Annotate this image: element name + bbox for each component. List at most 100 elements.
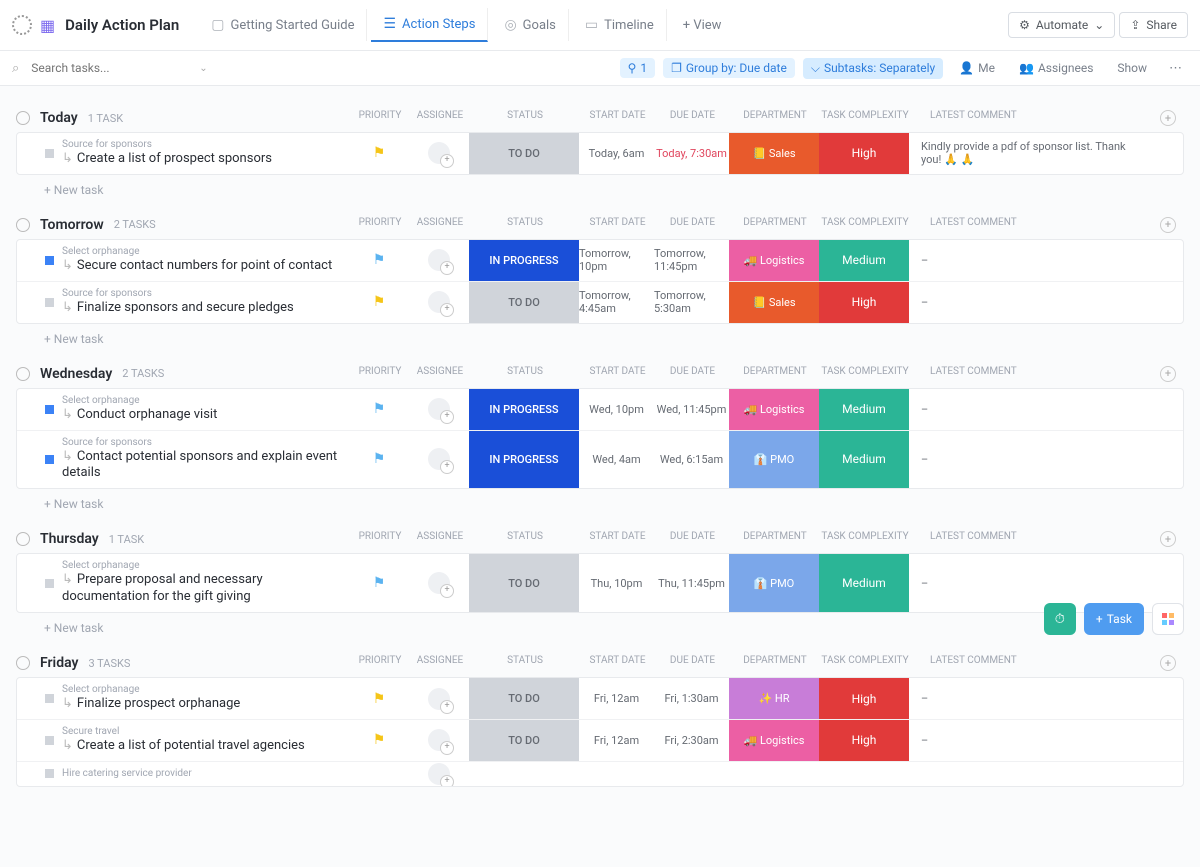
status-square-icon[interactable]: [45, 298, 54, 307]
assignees-pill[interactable]: 👥Assignees: [1011, 58, 1101, 78]
assignee-avatar-icon[interactable]: [428, 763, 450, 785]
collapse-circle-icon[interactable]: [16, 656, 30, 670]
due-date-cell[interactable]: Fri, 1:30am: [654, 678, 729, 719]
group-header[interactable]: Tomorrow 2 TASKS PRIORITY ASSIGNEE STATU…: [16, 211, 1184, 239]
status-square-icon[interactable]: [45, 455, 54, 464]
due-date-cell[interactable]: Tomorrow, 11:45pm: [654, 240, 729, 281]
assignee-cell[interactable]: [409, 389, 469, 430]
start-date-cell[interactable]: Fri, 12am: [579, 720, 654, 761]
task-row[interactable]: Source for sponsors ↳Create a list of pr…: [17, 133, 1183, 174]
group-by-pill[interactable]: ❐Group by: Due date: [663, 58, 795, 78]
assignee-avatar-icon[interactable]: [428, 688, 450, 710]
new-task-fab[interactable]: +Task: [1084, 603, 1144, 635]
share-button[interactable]: ⇪Share: [1119, 12, 1188, 38]
task-row[interactable]: Hire catering service provider: [17, 762, 1183, 786]
due-date-cell[interactable]: Wed, 11:45pm: [654, 389, 729, 430]
group-header[interactable]: Thursday 1 TASK PRIORITY ASSIGNEE STATUS…: [16, 525, 1184, 553]
assignee-cell[interactable]: [409, 720, 469, 761]
add-column-icon[interactable]: +: [1160, 366, 1176, 382]
collapse-circle-icon[interactable]: [16, 367, 30, 381]
apps-fab[interactable]: [1152, 603, 1184, 635]
status-square-icon[interactable]: [45, 736, 54, 745]
task-row[interactable]: Source for sponsors ↳Contact potential s…: [17, 431, 1183, 489]
status-cell[interactable]: TO DO: [469, 720, 579, 761]
assignee-avatar-icon[interactable]: [428, 291, 450, 313]
task-row[interactable]: Source for sponsors ↳Finalize sponsors a…: [17, 282, 1183, 323]
assignee-cell[interactable]: [409, 282, 469, 323]
chevron-down-icon[interactable]: ⌄: [199, 63, 207, 74]
start-date-cell[interactable]: Today, 6am: [579, 133, 654, 174]
start-date-cell[interactable]: Wed, 10pm: [579, 389, 654, 430]
complexity-cell[interactable]: Medium: [819, 240, 909, 281]
priority-flag-icon[interactable]: ⚑: [373, 401, 386, 417]
tab-timeline[interactable]: ▭Timeline: [573, 9, 667, 41]
start-date-cell[interactable]: Tomorrow, 10pm: [579, 240, 654, 281]
assignee-avatar-icon[interactable]: [428, 572, 450, 594]
priority-cell[interactable]: ⚑: [349, 431, 409, 489]
more-icon[interactable]: ⋯: [1163, 61, 1188, 76]
priority-flag-icon[interactable]: ⚑: [373, 294, 386, 310]
task-row[interactable]: Select orphanage ↳Prepare proposal and n…: [17, 554, 1183, 612]
assignee-avatar-icon[interactable]: [428, 729, 450, 751]
due-date-cell[interactable]: Wed, 6:15am: [654, 431, 729, 489]
task-row[interactable]: Secure travel ↳Create a list of potentia…: [17, 720, 1183, 762]
group-header[interactable]: Friday 3 TASKS PRIORITY ASSIGNEE STATUS …: [16, 649, 1184, 677]
me-pill[interactable]: 👤Me: [951, 58, 1003, 78]
collapse-circle-icon[interactable]: [16, 218, 30, 232]
status-square-icon[interactable]: [45, 579, 54, 588]
due-date-cell[interactable]: [654, 762, 729, 786]
priority-cell[interactable]: ⚑: [349, 389, 409, 430]
tab-action-steps[interactable]: ☰Action Steps: [371, 8, 488, 42]
group-header[interactable]: Wednesday 2 TASKS PRIORITY ASSIGNEE STAT…: [16, 360, 1184, 388]
department-cell[interactable]: 👔 PMO: [729, 554, 819, 612]
complexity-cell[interactable]: High: [819, 133, 909, 174]
complexity-cell[interactable]: High: [819, 720, 909, 761]
group-header[interactable]: Today 1 TASK PRIORITY ASSIGNEE STATUS ST…: [16, 104, 1184, 132]
assignee-avatar-icon[interactable]: [428, 448, 450, 470]
assignee-cell[interactable]: [409, 133, 469, 174]
automate-button[interactable]: ⚙Automate⌄: [1008, 12, 1115, 38]
assignee-avatar-icon[interactable]: [428, 249, 450, 271]
priority-flag-icon[interactable]: ⚑: [373, 575, 386, 591]
department-cell[interactable]: 🚚 Logistics: [729, 720, 819, 761]
priority-cell[interactable]: ⚑: [349, 133, 409, 174]
status-cell[interactable]: TO DO: [469, 678, 579, 719]
new-task-link[interactable]: + New task: [16, 613, 1184, 639]
assignee-cell[interactable]: [409, 678, 469, 719]
add-column-icon[interactable]: +: [1160, 531, 1176, 547]
due-date-cell[interactable]: Tomorrow, 5:30am: [654, 282, 729, 323]
add-view-button[interactable]: + View: [671, 10, 734, 41]
add-column-icon[interactable]: +: [1160, 110, 1176, 126]
status-square-icon[interactable]: [45, 149, 54, 158]
priority-cell[interactable]: ⚑: [349, 282, 409, 323]
assignee-avatar-icon[interactable]: [428, 142, 450, 164]
priority-cell[interactable]: [349, 762, 409, 786]
complexity-cell[interactable]: Medium: [819, 431, 909, 489]
status-cell[interactable]: IN PROGRESS: [469, 240, 579, 281]
status-cell[interactable]: IN PROGRESS: [469, 389, 579, 430]
department-cell[interactable]: 👔 PMO: [729, 431, 819, 489]
collapse-circle-icon[interactable]: [16, 532, 30, 546]
assignee-cell[interactable]: [409, 554, 469, 612]
due-date-cell[interactable]: Today, 7:30am: [654, 133, 729, 174]
assignee-cell[interactable]: [409, 762, 469, 786]
tab-goals[interactable]: ◎Goals: [492, 9, 568, 41]
priority-cell[interactable]: ⚑: [349, 720, 409, 761]
priority-cell[interactable]: ⚑: [349, 240, 409, 281]
due-date-cell[interactable]: Fri, 2:30am: [654, 720, 729, 761]
tab-getting-started[interactable]: ▢Getting Started Guide: [199, 9, 367, 41]
new-task-link[interactable]: + New task: [16, 324, 1184, 350]
status-cell[interactable]: TO DO: [469, 133, 579, 174]
department-cell[interactable]: 🚚 Logistics: [729, 240, 819, 281]
task-row[interactable]: Select orphanage ↳Finalize prospect orph…: [17, 678, 1183, 720]
new-task-link[interactable]: + New task: [16, 175, 1184, 201]
due-date-cell[interactable]: Thu, 11:45pm: [654, 554, 729, 612]
priority-flag-icon[interactable]: ⚑: [373, 691, 386, 707]
priority-cell[interactable]: ⚑: [349, 678, 409, 719]
start-date-cell[interactable]: Tomorrow, 4:45am: [579, 282, 654, 323]
collapse-circle-icon[interactable]: [16, 111, 30, 125]
complexity-cell[interactable]: High: [819, 282, 909, 323]
complexity-cell[interactable]: Medium: [819, 389, 909, 430]
status-square-icon[interactable]: [45, 694, 54, 703]
app-logo-icon[interactable]: [12, 15, 32, 35]
